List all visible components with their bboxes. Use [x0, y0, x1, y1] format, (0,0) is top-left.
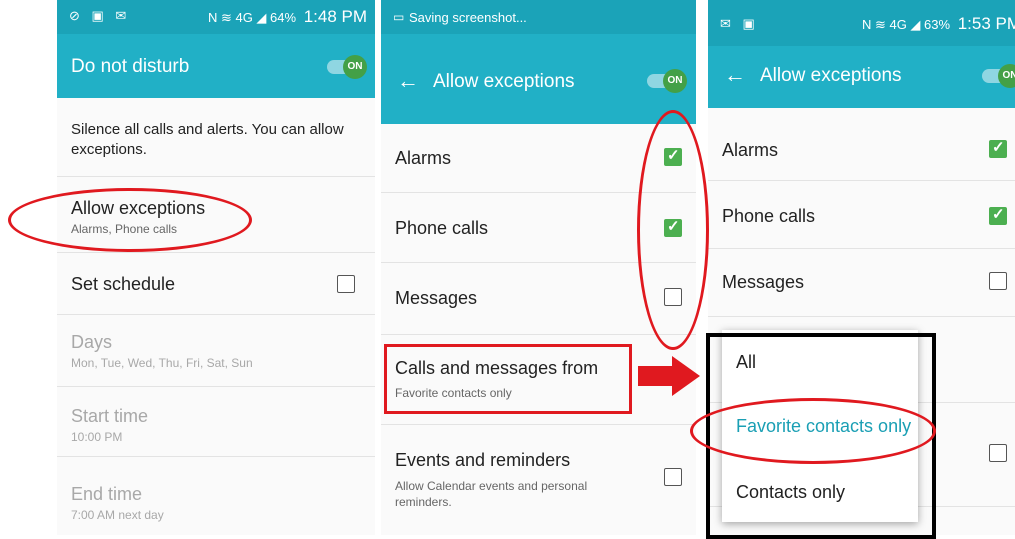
- events-reminders-sub: Allow Calendar events and personal remin…: [395, 479, 588, 509]
- set-schedule-checkbox[interactable]: [337, 275, 355, 293]
- days-sub: Mon, Tue, Wed, Thu, Fri, Sat, Sun: [71, 356, 253, 370]
- end-time-sub: 7:00 AM next day: [71, 508, 164, 522]
- dnd-toggle[interactable]: ON: [327, 55, 367, 79]
- status-left-icons: ⊘ ▣ ✉: [69, 8, 131, 23]
- events-reminders-checkbox[interactable]: [664, 468, 682, 486]
- status-right: N ≋ 4G ◢ 64% 1:48 PM: [208, 7, 367, 27]
- messages-label: Messages: [395, 288, 478, 308]
- highlight-calls-messages-from: [384, 344, 632, 414]
- days-label: Days: [71, 332, 113, 352]
- alarms-label: Alarms: [395, 148, 452, 168]
- set-schedule-label: Set schedule: [71, 274, 176, 294]
- app-bar: ← Allow exceptions ON: [381, 34, 696, 124]
- alarms-label: Alarms: [722, 140, 779, 160]
- status-right: N ≋ 4G ◢ 63% 1:53 PM: [862, 14, 1015, 34]
- messages-row[interactable]: Messages: [708, 248, 1015, 317]
- phone-calls-label: Phone calls: [395, 218, 489, 238]
- days-row: Days Mon, Tue, Wed, Thu, Fri, Sat, Sun: [57, 314, 375, 387]
- phone-screen-do-not-disturb: ⊘ ▣ ✉ N ≋ 4G ◢ 64% 1:48 PM Do not distur…: [57, 0, 375, 535]
- exceptions-toggle[interactable]: ON: [982, 64, 1015, 88]
- messages-checkbox[interactable]: [989, 272, 1007, 290]
- status-left-icons: ✉ ▣: [720, 16, 759, 31]
- start-time-sub: 10:00 PM: [71, 430, 123, 444]
- app-bar: ← Allow exceptions ON: [708, 46, 1015, 108]
- status-right-icons: N ≋ 4G ◢ 64%: [207, 10, 297, 25]
- app-bar: Do not disturb ON: [57, 34, 375, 98]
- status-time: 1:53 PM: [957, 14, 1015, 33]
- status-bar: ⊘ ▣ ✉ N ≋ 4G ◢ 64% 1:48 PM: [57, 0, 375, 34]
- description-row: Silence all calls and alerts. You can al…: [57, 98, 375, 177]
- alarms-row[interactable]: Alarms: [708, 108, 1015, 181]
- alarms-checkbox[interactable]: [989, 138, 1007, 158]
- phone-calls-checkbox[interactable]: [989, 205, 1007, 225]
- status-saving-text: Saving screenshot...: [409, 10, 527, 25]
- toggle-knob: ON: [663, 69, 687, 93]
- start-time-row: Start time 10:00 PM: [57, 386, 375, 457]
- phone-calls-row[interactable]: Phone calls: [708, 180, 1015, 249]
- page-title: Allow exceptions: [433, 71, 575, 92]
- messages-label: Messages: [722, 272, 805, 292]
- exceptions-toggle[interactable]: ON: [647, 69, 687, 93]
- highlight-checkboxes: [637, 110, 709, 350]
- set-schedule-row[interactable]: Set schedule: [57, 252, 375, 315]
- status-right-icons: N ≋ 4G ◢ 63%: [861, 17, 951, 32]
- phone-calls-label: Phone calls: [722, 206, 816, 226]
- toggle-knob: ON: [998, 64, 1015, 88]
- highlight-allow-exceptions: [8, 188, 252, 252]
- back-arrow-icon[interactable]: ←: [397, 68, 419, 94]
- hidden-row-checkbox[interactable]: [989, 444, 1007, 462]
- events-reminders-label: Events and reminders: [395, 450, 571, 470]
- status-bar: ▭ Saving screenshot...: [381, 0, 696, 34]
- status-time: 1:48 PM: [303, 7, 367, 26]
- end-time-label: End time: [71, 484, 143, 504]
- toggle-knob: ON: [343, 55, 367, 79]
- start-time-label: Start time: [71, 406, 149, 426]
- end-time-row: End time 7:00 AM next day: [57, 456, 375, 535]
- page-title: Allow exceptions: [760, 65, 902, 86]
- highlight-favorite-contacts-only: [690, 398, 936, 464]
- saving-icon: ▭: [393, 10, 405, 24]
- red-arrow-icon: [638, 356, 700, 396]
- back-arrow-icon[interactable]: ←: [724, 62, 746, 88]
- status-bar: ✉ ▣ N ≋ 4G ◢ 63% 1:53 PM: [708, 0, 1015, 46]
- description-text: Silence all calls and alerts. You can al…: [71, 121, 344, 158]
- page-title: Do not disturb: [71, 56, 190, 77]
- events-reminders-row[interactable]: Events and reminders Allow Calendar even…: [381, 424, 696, 535]
